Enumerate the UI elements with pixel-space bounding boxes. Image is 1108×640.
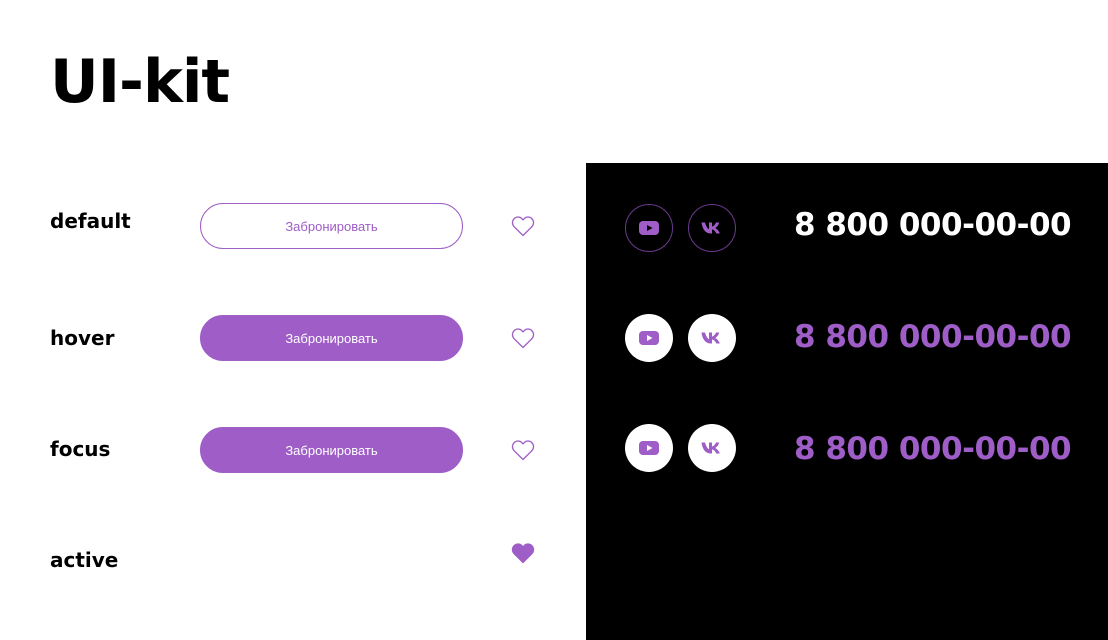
phone-number-default[interactable]: 8 800 000-00-00: [794, 207, 1072, 243]
youtube-icon: [639, 221, 659, 235]
vk-button[interactable]: [688, 204, 736, 252]
page-title: UI-kit: [50, 47, 230, 117]
dark-panel: 8 800 000-00-00 8 800 000-00-00 8 800 00…: [586, 163, 1108, 640]
phone-number-hover[interactable]: 8 800 000-00-00: [794, 319, 1072, 355]
vk-icon: [701, 222, 720, 234]
vk-icon: [701, 332, 720, 344]
heart-filled-icon[interactable]: [511, 542, 535, 564]
book-button-hover[interactable]: Забронировать: [200, 315, 463, 361]
book-button-focus[interactable]: Забронировать: [200, 427, 463, 473]
vk-icon: [701, 442, 720, 454]
vk-button[interactable]: [688, 424, 736, 472]
state-label-hover: hover: [50, 326, 115, 350]
vk-button[interactable]: [688, 314, 736, 362]
state-label-active: active: [50, 548, 119, 572]
phone-number-focus[interactable]: 8 800 000-00-00: [794, 431, 1072, 467]
youtube-button[interactable]: [625, 424, 673, 472]
heart-outline-icon[interactable]: [511, 439, 535, 461]
state-label-focus: focus: [50, 437, 111, 461]
heart-outline-icon[interactable]: [511, 215, 535, 237]
book-button-default[interactable]: Забронировать: [200, 203, 463, 249]
youtube-icon: [639, 331, 659, 345]
youtube-button[interactable]: [625, 204, 673, 252]
heart-outline-icon[interactable]: [511, 327, 535, 349]
youtube-icon: [639, 441, 659, 455]
state-label-default: default: [50, 209, 131, 233]
youtube-button[interactable]: [625, 314, 673, 362]
